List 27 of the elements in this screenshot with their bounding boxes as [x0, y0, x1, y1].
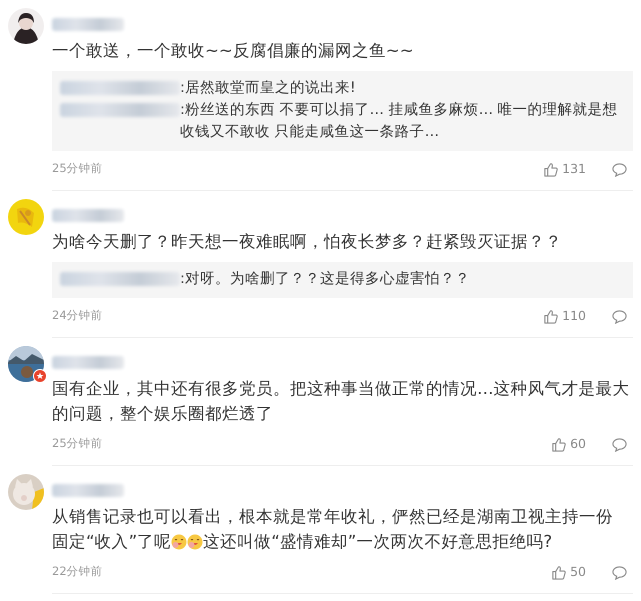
like-icon[interactable]	[543, 162, 558, 176]
like-count: 131	[562, 160, 586, 178]
like-icon[interactable]	[543, 308, 558, 324]
like-count: 60	[570, 434, 586, 453]
like-icon[interactable]	[551, 436, 566, 452]
comment-icon[interactable]	[612, 436, 627, 452]
emoji-icon	[187, 534, 204, 550]
like-count: 50	[570, 562, 586, 581]
comment-text: 从销售记录也可以看出，根本就是常年收礼，俨然已经是湖南卫视主持一份	[52, 507, 613, 526]
comment-text: 为啥今天删了？昨天想一夜难眠啊，怕夜长梦多？赶紧毁灭证据？？	[52, 232, 562, 251]
comment-text: 一个敢送，一个敢收~~反腐倡廉的漏网之鱼~~	[52, 41, 414, 60]
timestamp: 25分钟前	[52, 160, 103, 178]
emoji-icon	[171, 534, 188, 550]
comment-icon[interactable]	[612, 308, 627, 324]
timestamp: 25分钟前	[52, 435, 103, 452]
comment-icon[interactable]	[612, 564, 627, 580]
reply-text: :粉丝送的东西 不要可以捐了… 挂咸鱼多麻烦… 唯一的理解就是想收钱又不敢收 只能走咸鱼这一条路子…	[180, 100, 619, 142]
like-icon[interactable]	[551, 564, 566, 580]
reply-text: :居然敢堂而皇之的说出来!	[180, 78, 356, 98]
comment-icon[interactable]	[612, 162, 627, 176]
reply-text: :对呀。为啥删了？？这是得多心虚害怕？？	[180, 270, 470, 289]
like-count: 110	[562, 306, 586, 325]
comment-text: 国有企业，其中还有很多党员。把这种事当做正常的情况…这种风气才是最大的问题，整个娱乐圈都烂透了	[52, 379, 630, 423]
timestamp: 24分钟前	[52, 307, 103, 324]
comment-text: 固定“收入”了呢	[52, 531, 172, 553]
comment-text: 这还叫做“盛情难却”一次两次不好意思拒绝吗?	[203, 531, 552, 553]
timestamp: 22分钟前	[52, 563, 103, 580]
